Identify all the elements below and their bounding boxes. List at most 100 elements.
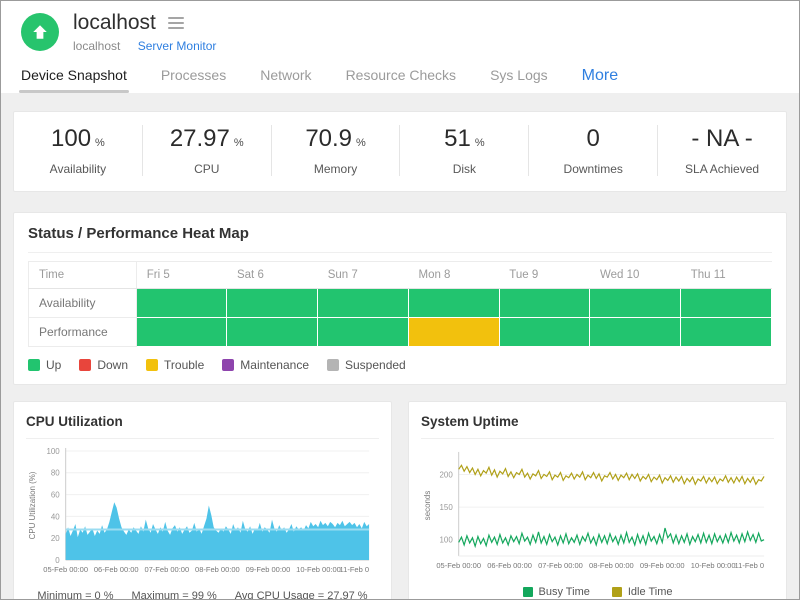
stat-cpu: 27.97% CPU [142, 125, 271, 176]
cpu-utilization-chart: 02040608010005-Feb 00:0006-Feb 00:0007-F… [26, 445, 379, 586]
heatmap-cell-performance-tue-9[interactable] [499, 318, 590, 347]
menu-icon[interactable] [166, 15, 186, 31]
stat-sla-achieved: - NA -SLA Achieved [657, 125, 786, 176]
tab-processes[interactable]: Processes [159, 61, 228, 93]
svg-text:0: 0 [55, 556, 60, 565]
stat-label: Disk [400, 162, 528, 176]
heatmap-cell-availability-mon-8[interactable] [408, 289, 499, 318]
tab-bar: Device Snapshot Processes Network Resource … [1, 55, 799, 93]
cpu-chart-title: CPU Utilization [26, 414, 379, 439]
svg-text:10-Feb 00:00: 10-Feb 00:00 [296, 565, 341, 574]
svg-text:05-Feb 00:00: 05-Feb 00:00 [436, 561, 481, 570]
heatmap-col-thu-11: Thu 11 [681, 262, 772, 289]
legend-swatch-trouble [146, 359, 158, 371]
heatmap-col-tue-9: Tue 9 [499, 262, 590, 289]
legend-item-maintenance: Maintenance [222, 358, 309, 372]
heatmap-col-sun-7: Sun 7 [318, 262, 409, 289]
cpu-chart-summary: Minimum = 0 % Maximum = 99 % Avg CPU Usage… [26, 590, 379, 600]
svg-text:06-Feb 00:00: 06-Feb 00:00 [94, 565, 139, 574]
heatmap-cell-performance-mon-8[interactable] [408, 318, 499, 347]
legend-swatch-down [79, 359, 91, 371]
stat-value: 51 [444, 125, 471, 152]
heatmap-cell-availability-sat-6[interactable] [227, 289, 318, 318]
legend-item-trouble: Trouble [146, 358, 204, 372]
breadcrumb: localhost Server Monitor [73, 39, 216, 53]
page-title: localhost [73, 11, 156, 35]
svg-text:08-Feb 00:00: 08-Feb 00:00 [589, 561, 634, 570]
stat-value: 0 [587, 125, 600, 152]
svg-text:80: 80 [51, 469, 60, 478]
cpu-summary-item: Minimum = 0 % [37, 590, 113, 600]
svg-text:150: 150 [440, 503, 454, 512]
tab-more[interactable]: More [580, 61, 620, 93]
legend-item-up: Up [28, 358, 61, 372]
heatmap-col-fri-5: Fri 5 [136, 262, 227, 289]
stat-label: CPU [143, 162, 271, 176]
tab-sys-logs[interactable]: Sys Logs [488, 61, 550, 93]
stat-label: Memory [272, 162, 400, 176]
legend-swatch-up [28, 359, 40, 371]
uptime-chart-title: System Uptime [421, 414, 774, 439]
tab-device-snapshot[interactable]: Device Snapshot [19, 61, 129, 93]
svg-text:60: 60 [51, 491, 60, 500]
stat-memory: 70.9% Memory [271, 125, 400, 176]
heatmap-card: Status / Performance Heat Map TimeFri 5S… [13, 212, 787, 385]
stat-unit: % [475, 137, 485, 149]
stat-unit: % [356, 137, 366, 149]
cpu-summary-item: Avg CPU Usage = 27.97 % [235, 590, 368, 600]
legend-swatch-suspended [327, 359, 339, 371]
stat-label: Downtimes [529, 162, 657, 176]
heatmap-col-wed-10: Wed 10 [590, 262, 681, 289]
tab-resource-checks[interactable]: Resource Checks [344, 61, 459, 93]
svg-text:200: 200 [440, 470, 454, 479]
heatmap-row-availability: Availability [29, 289, 137, 318]
heatmap-col-sat-6: Sat 6 [227, 262, 318, 289]
heatmap-table: TimeFri 5Sat 6Sun 7Mon 8Tue 9Wed 10Thu 1… [28, 261, 772, 347]
uptime-legend-busy-time[interactable]: Busy Time [523, 586, 590, 598]
heatmap-col-time: Time [29, 262, 137, 289]
heatmap-col-mon-8: Mon 8 [408, 262, 499, 289]
heatmap-cell-availability-wed-10[interactable] [590, 289, 681, 318]
heatmap-cell-performance-wed-10[interactable] [590, 318, 681, 347]
legend-swatch-idle-time [612, 587, 622, 597]
svg-text:11-Feb 0: 11-Feb 0 [735, 561, 765, 570]
svg-text:07-Feb 00:00: 07-Feb 00:00 [538, 561, 583, 570]
monitor-status-icon [21, 13, 59, 51]
app-header: localhost localhost Server Monitor [1, 1, 799, 55]
stat-downtimes: 0 Downtimes [528, 125, 657, 176]
svg-text:10-Feb 00:00: 10-Feb 00:00 [691, 561, 736, 570]
stat-disk: 51% Disk [399, 125, 528, 176]
stat-value: - NA - [691, 125, 752, 152]
stat-value: 70.9 [305, 125, 352, 152]
svg-text:08-Feb 00:00: 08-Feb 00:00 [195, 565, 240, 574]
heatmap-cell-performance-fri-5[interactable] [136, 318, 227, 347]
heatmap-row-performance: Performance [29, 318, 137, 347]
svg-text:09-Feb 00:00: 09-Feb 00:00 [640, 561, 685, 570]
heatmap-cell-availability-sun-7[interactable] [318, 289, 409, 318]
cpu-summary-item: Maximum = 99 % [132, 590, 217, 600]
svg-text:100: 100 [47, 447, 61, 456]
svg-text:11-Feb 0: 11-Feb 0 [340, 565, 370, 574]
main-content: 100% Availability 27.97% CPU 70.9% Memory 51% D… [1, 93, 799, 600]
svg-text:06-Feb 00:00: 06-Feb 00:00 [487, 561, 532, 570]
svg-text:07-Feb 00:00: 07-Feb 00:00 [144, 565, 189, 574]
svg-text:05-Feb 00:00: 05-Feb 00:00 [43, 565, 88, 574]
stat-unit: % [95, 137, 105, 149]
heatmap-cell-availability-tue-9[interactable] [499, 289, 590, 318]
app-window: localhost localhost Server Monitor Devic… [0, 0, 800, 600]
stat-value: 27.97 [170, 125, 230, 152]
heatmap-cell-performance-thu-11[interactable] [681, 318, 772, 347]
svg-text:100: 100 [440, 536, 454, 545]
breadcrumb-monitor-type-link[interactable]: Server Monitor [138, 39, 217, 53]
heatmap-legend: UpDownTroubleMaintenanceSuspended [28, 358, 772, 372]
heatmap-cell-availability-fri-5[interactable] [136, 289, 227, 318]
stat-unit: % [234, 137, 244, 149]
heatmap-cell-availability-thu-11[interactable] [681, 289, 772, 318]
svg-text:CPU Utilization (%): CPU Utilization (%) [28, 471, 37, 539]
heatmap-cell-performance-sun-7[interactable] [318, 318, 409, 347]
uptime-legend-idle-time[interactable]: Idle Time [612, 586, 673, 598]
heatmap-cell-performance-sat-6[interactable] [227, 318, 318, 347]
tab-network[interactable]: Network [258, 61, 313, 93]
svg-text:seconds: seconds [423, 491, 432, 521]
arrow-up-icon [31, 23, 49, 41]
